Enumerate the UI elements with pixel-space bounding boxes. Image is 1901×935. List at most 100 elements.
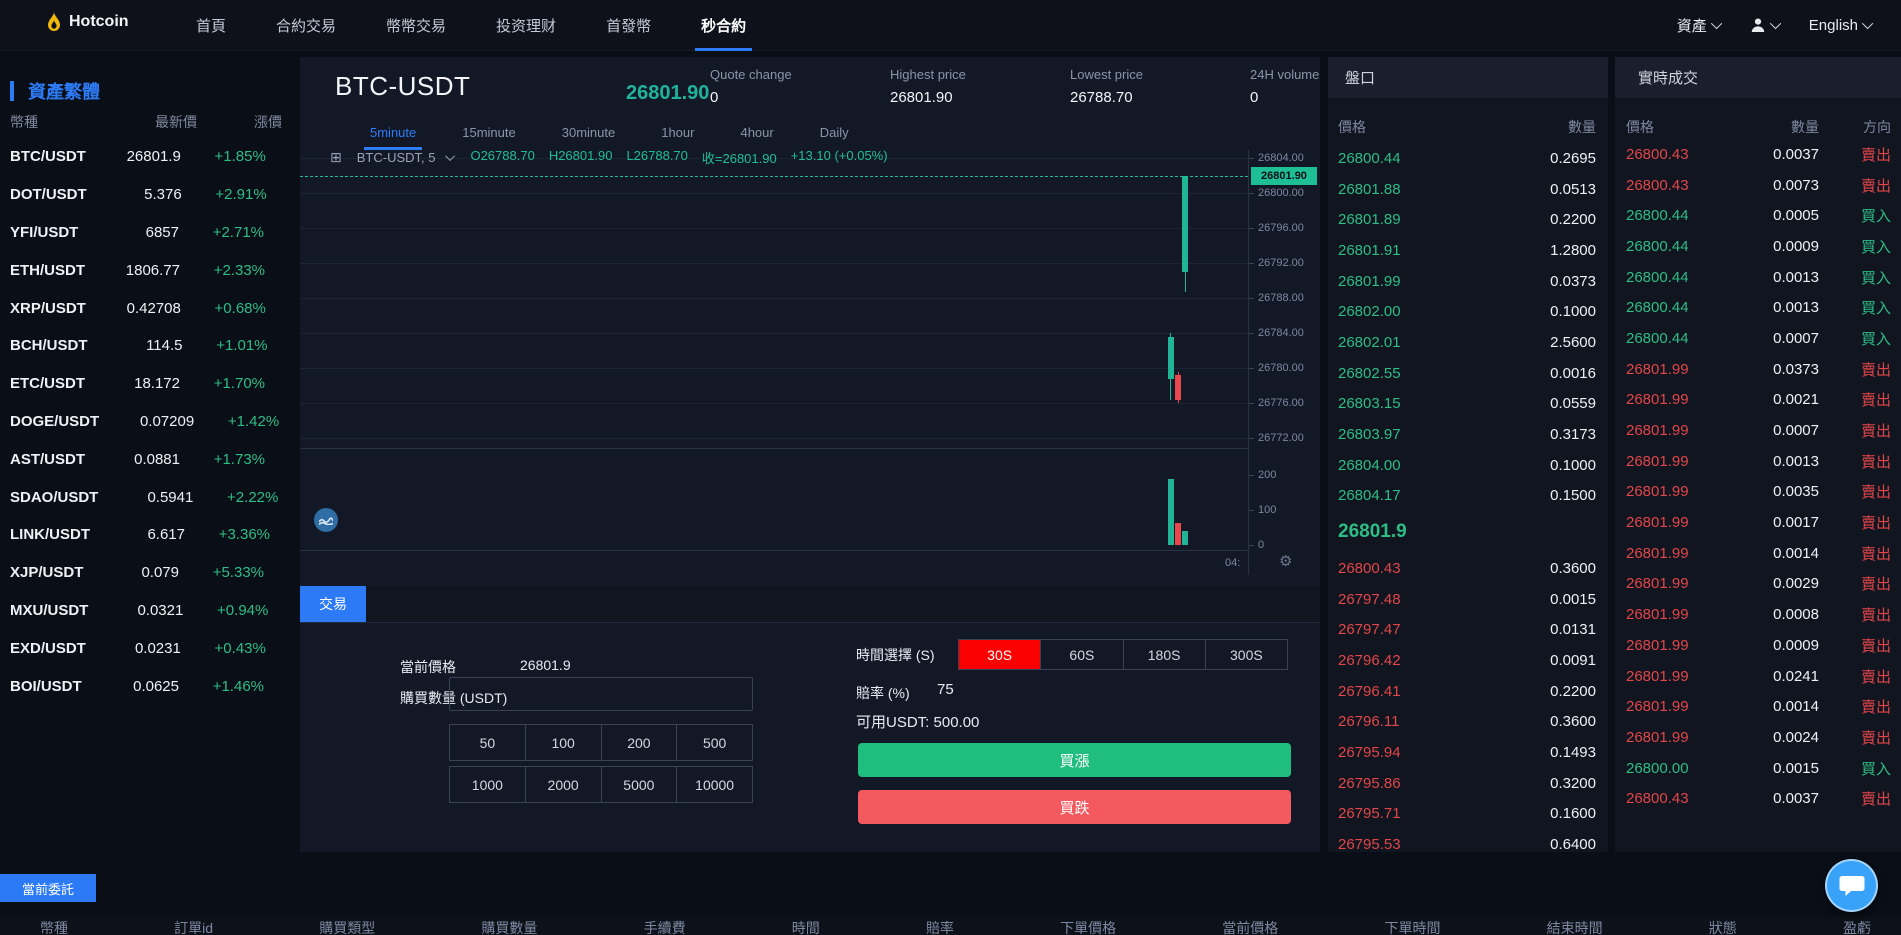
buy-up-button[interactable]: 買漲 — [858, 743, 1291, 777]
quick-amount-button[interactable]: 50 — [450, 725, 525, 760]
bid-row[interactable]: 26795.860.3200 — [1328, 768, 1608, 799]
market-list-item[interactable]: EXD/USDT 0.0231 +0.43% — [0, 629, 272, 667]
bid-row[interactable]: 26796.420.0091 — [1328, 645, 1608, 676]
sidebar-title: 資產繁體 — [10, 78, 100, 104]
ask-row[interactable]: 26802.550.0016 — [1328, 358, 1608, 389]
ask-row[interactable]: 26801.911.2800 — [1328, 235, 1608, 266]
trade-row: 26800.44 0.0013 買入 — [1615, 292, 1901, 323]
buy-down-button[interactable]: 買跌 — [858, 790, 1291, 824]
trade-row: 26801.99 0.0014 賣出 — [1615, 538, 1901, 569]
time-option-button[interactable]: 300S — [1206, 640, 1287, 669]
timeframe-tab[interactable]: 15minute — [460, 119, 517, 146]
market-list-item[interactable]: ETH/USDT 1806.77 +2.33% — [0, 251, 272, 289]
quick-amount-button[interactable]: 100 — [526, 725, 601, 760]
quick-amounts-row2: 10002000500010000 — [449, 766, 753, 803]
timeframe-tab[interactable]: 30minute — [560, 119, 617, 146]
nav-item[interactable]: 首頁 — [194, 0, 228, 51]
trade-row: 26800.43 0.0037 賣出 — [1615, 139, 1901, 170]
market-list-item[interactable]: YFI/USDT 6857 +2.71% — [0, 214, 272, 252]
market-list-item[interactable]: XRP/USDT 0.42708 +0.68% — [0, 289, 272, 327]
quick-amount-button[interactable]: 500 — [677, 725, 752, 760]
nav-item[interactable]: 投资理财 — [494, 0, 558, 51]
bid-row[interactable]: 26795.710.1600 — [1328, 799, 1608, 830]
market-list-item[interactable]: ETC/USDT 18.172 +1.70% — [0, 365, 272, 403]
time-option-button[interactable]: 180S — [1124, 640, 1205, 669]
open-orders-button[interactable]: 當前委託 — [0, 874, 96, 902]
account-dropdown[interactable] — [1750, 17, 1781, 33]
market-list-item[interactable]: DOGE/USDT 0.07209 +1.42% — [0, 403, 272, 441]
timeframe-tab[interactable]: Daily — [818, 119, 851, 146]
stat-block: Lowest price 26788.70 — [1070, 67, 1250, 106]
market-list-item[interactable]: SDAO/USDT 0.5941 +2.22% — [0, 478, 272, 516]
trade-row: 26800.44 0.0013 買入 — [1615, 262, 1901, 293]
layout-grid-icon[interactable]: ⊞ — [330, 149, 342, 166]
bid-row[interactable]: 26800.430.3600 — [1328, 553, 1608, 584]
timeframe-tab[interactable]: 1hour — [659, 119, 696, 146]
app: Hotcoin 首頁 合約交易 幣幣交易 投资理财 — [0, 0, 1901, 935]
bid-row[interactable]: 26795.940.1493 — [1328, 737, 1608, 768]
orders-table-header: 狀態 — [1709, 918, 1737, 935]
bid-row[interactable]: 26796.110.3600 — [1328, 706, 1608, 737]
market-list-item[interactable]: BCH/USDT 114.5 +1.01% — [0, 327, 272, 365]
timeframe-tabs: 5minute 15minute 30minute 1hour 4hour — [368, 118, 851, 147]
bid-row[interactable]: 26797.470.0131 — [1328, 614, 1608, 645]
nav-item[interactable]: 合約交易 — [274, 0, 338, 51]
nav-item[interactable]: 幣幣交易 — [384, 0, 448, 51]
live-trades-panel: 實時成交 價格 數量 方向 26800.43 0.0037 賣出 26800.4… — [1615, 57, 1901, 852]
trade-tab[interactable]: 交易 — [300, 586, 366, 622]
ask-row[interactable]: 26801.890.2200 — [1328, 204, 1608, 235]
assets-dropdown[interactable]: 資產 — [1677, 15, 1722, 36]
language-dropdown[interactable]: English — [1809, 17, 1873, 34]
ask-row[interactable]: 26804.170.1500 — [1328, 481, 1608, 512]
quick-amount-button[interactable]: 200 — [602, 725, 677, 760]
market-list-item[interactable]: BOI/USDT 0.0625 +1.46% — [0, 667, 272, 705]
live-trades-title: 實時成交 — [1615, 57, 1901, 98]
chart-settings-gear-icon[interactable]: ⚙ — [1279, 552, 1292, 570]
ask-row[interactable]: 26800.440.2695 — [1328, 143, 1608, 174]
market-list-item[interactable]: BTC/USDT 26801.9 +1.85% — [0, 138, 272, 176]
timeframe-tab[interactable]: 4hour — [738, 119, 775, 146]
trade-row: 26801.99 0.0014 賣出 — [1615, 691, 1901, 722]
market-list-item[interactable]: AST/USDT 0.0881 +1.73% — [0, 440, 272, 478]
chart-watermark-icon[interactable] — [314, 508, 338, 532]
trade-row: 26801.99 0.0373 賣出 — [1615, 354, 1901, 385]
market-list-item[interactable]: LINK/USDT 6.617 +3.36% — [0, 516, 272, 554]
ask-row[interactable]: 26801.990.0373 — [1328, 266, 1608, 297]
chart-symbol-label[interactable]: BTC-USDT, 5 — [357, 150, 456, 165]
market-list-item[interactable]: MXU/USDT 0.0321 +0.94% — [0, 592, 272, 630]
amount-input[interactable] — [449, 677, 753, 711]
candlestick-chart[interactable]: 04: — [300, 150, 1248, 575]
orderbook-asks: 26800.440.2695 26801.880.0513 26801.890.… — [1328, 143, 1608, 511]
ask-row[interactable]: 26801.880.0513 — [1328, 174, 1608, 205]
market-list-item[interactable]: DOT/USDT 5.376 +2.91% — [0, 176, 272, 214]
orders-table-header: 盈虧 — [1843, 918, 1871, 935]
ask-row[interactable]: 26802.000.1000 — [1328, 296, 1608, 327]
nav-item[interactable]: 首發幣 — [604, 0, 653, 51]
quick-amount-button[interactable]: 5000 — [602, 767, 677, 802]
ask-row[interactable]: 26804.000.1000 — [1328, 450, 1608, 481]
ask-row[interactable]: 26803.150.0559 — [1328, 389, 1608, 420]
quick-amount-button[interactable]: 1000 — [450, 767, 525, 802]
ask-row[interactable]: 26802.012.5600 — [1328, 327, 1608, 358]
timeframe-tab[interactable]: 5minute — [368, 119, 418, 146]
time-option-button[interactable]: 30S — [959, 640, 1040, 669]
trade-row: 26801.99 0.0008 賣出 — [1615, 599, 1901, 630]
chat-button[interactable] — [1825, 859, 1878, 912]
logo[interactable]: Hotcoin — [46, 12, 129, 32]
market-list-item[interactable]: XJP/USDT 0.079 +5.33% — [0, 554, 272, 592]
ask-row[interactable]: 26803.970.3173 — [1328, 419, 1608, 450]
orders-table-header: 當前價格 — [1222, 918, 1278, 935]
current-price-label: 當前價格 — [400, 657, 456, 677]
bid-row[interactable]: 26795.530.6400 — [1328, 829, 1608, 852]
chart-panel: BTC-USDT 26801.90 Quote change 0 Highest… — [300, 57, 1320, 852]
time-option-button[interactable]: 60S — [1041, 640, 1122, 669]
quick-amount-button[interactable]: 2000 — [526, 767, 601, 802]
orders-table-header: 購買數量 — [481, 918, 537, 935]
nav-item[interactable]: 秒合約 — [699, 0, 748, 51]
bid-row[interactable]: 26796.410.2200 — [1328, 676, 1608, 707]
trade-row: 26800.44 0.0007 買入 — [1615, 323, 1901, 354]
live-trades-column-headers: 價格 數量 方向 — [1615, 117, 1901, 137]
quick-amount-button[interactable]: 10000 — [677, 767, 752, 802]
orderbook-last-price: 26801.9 — [1338, 521, 1407, 543]
bid-row[interactable]: 26797.480.0015 — [1328, 584, 1608, 615]
